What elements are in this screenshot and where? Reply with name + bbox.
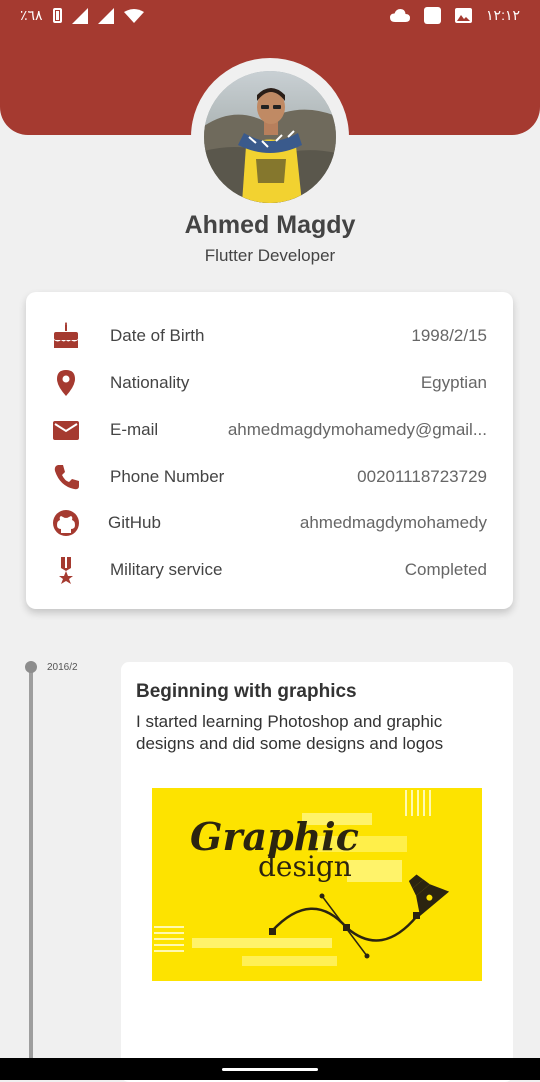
info-card: Date of Birth 1998/2/15 Nationality Egyp… xyxy=(26,292,513,609)
timeline-line xyxy=(29,667,33,1067)
wifi-icon xyxy=(123,8,144,23)
event-image[interactable]: Graphic design xyxy=(152,788,482,981)
battery-icon xyxy=(52,8,62,23)
navigation-bar xyxy=(0,1058,540,1080)
avatar-photo xyxy=(204,71,336,203)
status-bar: ٪٦٨ ١٢:١٢ xyxy=(0,0,540,32)
profile-title: Flutter Developer xyxy=(204,246,336,265)
signal-icon xyxy=(71,7,88,24)
info-row-nationality: Nationality Egyptian xyxy=(26,367,513,397)
info-value-phone[interactable]: 00201118723729 xyxy=(357,467,487,487)
home-gesture-handle[interactable] xyxy=(222,1068,318,1071)
info-value-email[interactable]: ahmedmagdymohamedy@gmail... xyxy=(228,420,487,440)
info-row-military-service: Military service Completed xyxy=(26,554,513,584)
clock-time: ١٢:١٢ xyxy=(486,7,520,23)
battery-percent: ٪٦٨ xyxy=(20,7,43,23)
cake-icon xyxy=(54,322,78,348)
info-row-github[interactable]: GitHub ahmedmagdymohamedy xyxy=(26,507,513,537)
artwork-word-design: design xyxy=(258,850,352,883)
info-label-military-service: Military service xyxy=(110,560,223,579)
timeline-event-card[interactable]: Beginning with graphics I started learni… xyxy=(121,662,513,1082)
info-value-military-service: Completed xyxy=(404,560,487,579)
cloud-icon xyxy=(390,9,411,22)
info-row-date-of-birth: Date of Birth 1998/2/15 xyxy=(26,320,513,350)
github-icon xyxy=(53,510,79,536)
notification-icon xyxy=(424,7,442,24)
phone-icon xyxy=(54,465,79,490)
timeline-dot xyxy=(25,661,37,673)
profile-name: Ahmed Magdy xyxy=(184,211,356,239)
graphic-design-artwork: Graphic design xyxy=(152,788,482,981)
avatar[interactable] xyxy=(204,71,336,203)
info-label-nationality: Nationality xyxy=(110,373,190,392)
military-medal-icon xyxy=(59,557,73,584)
status-right: ١٢:١٢ xyxy=(390,7,520,24)
info-value-date-of-birth: 1998/2/15 xyxy=(411,326,487,345)
info-label-phone: Phone Number xyxy=(110,467,225,486)
status-left: ٪٦٨ xyxy=(20,7,144,24)
timeline-date: 2016/2 xyxy=(47,662,78,673)
image-icon xyxy=(455,8,473,23)
info-value-github[interactable]: ahmedmagdymohamedy xyxy=(300,513,487,533)
event-description: I started learning Photoshop and graphic… xyxy=(136,712,444,753)
info-label-email: E-mail xyxy=(110,420,159,439)
info-row-phone[interactable]: Phone Number 00201118723729 xyxy=(26,461,513,491)
info-row-email[interactable]: E-mail ahmedmagdymohamedy@gmail... xyxy=(26,414,513,444)
location-pin-icon xyxy=(57,370,75,396)
mail-icon xyxy=(53,421,79,440)
info-label-date-of-birth: Date of Birth xyxy=(110,326,205,345)
info-label-github: GitHub xyxy=(108,513,161,532)
event-title: Beginning with graphics xyxy=(136,681,357,702)
signal-icon-2 xyxy=(97,7,114,24)
info-value-nationality: Egyptian xyxy=(420,373,487,392)
